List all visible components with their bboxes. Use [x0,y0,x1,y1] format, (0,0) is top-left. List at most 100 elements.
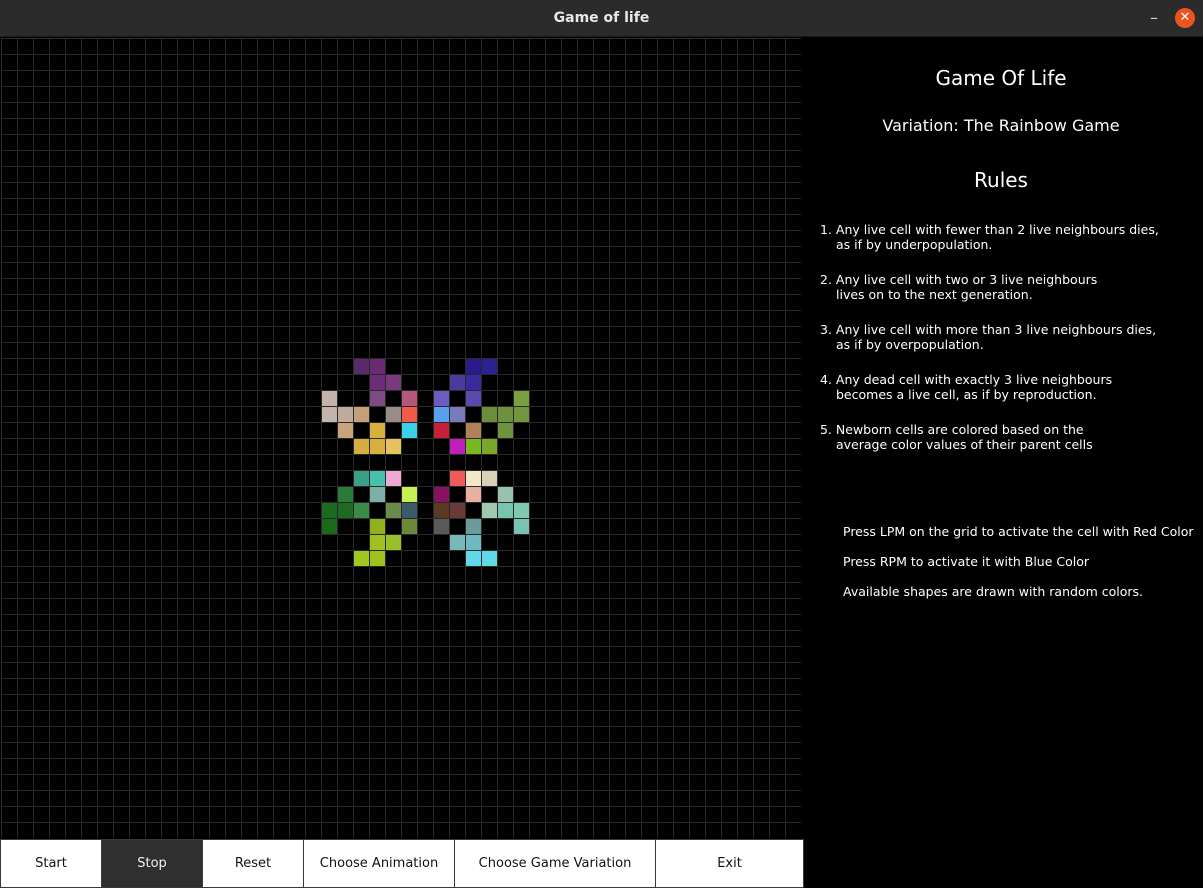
rule-5-line2: average color values of their parent cel… [836,437,1093,452]
panel-title: Game Of Life [935,66,1067,90]
live-cell[interactable] [498,503,513,518]
live-cell[interactable] [370,471,385,486]
live-cell[interactable] [402,423,417,438]
live-cell[interactable] [498,423,513,438]
stop-button[interactable]: Stop [101,839,203,888]
live-cell[interactable] [354,471,369,486]
live-cell[interactable] [370,439,385,454]
rule-4-line2: becomes a live cell, as if by reproducti… [836,387,1097,402]
live-cell[interactable] [402,391,417,406]
live-cell[interactable] [322,391,337,406]
live-cell[interactable] [466,551,481,566]
live-cell[interactable] [434,487,449,502]
live-cell[interactable] [466,359,481,374]
live-cell[interactable] [370,519,385,534]
live-cell[interactable] [402,487,417,502]
live-cell[interactable] [370,391,385,406]
live-cell[interactable] [354,503,369,518]
live-cell[interactable] [466,471,481,486]
live-cell[interactable] [402,503,417,518]
window-title: Game of life [553,10,650,26]
live-cell[interactable] [482,359,497,374]
hint-right-click: Press RPM to activate it with Blue Color [843,554,1090,569]
live-cell[interactable] [450,375,465,390]
live-cell[interactable] [434,407,449,422]
live-cell[interactable] [386,375,401,390]
rule-4-line1: 4. Any dead cell with exactly 3 live nei… [820,372,1113,387]
live-cell[interactable] [450,471,465,486]
live-cell[interactable] [482,503,497,518]
live-cell[interactable] [338,487,353,502]
live-cell[interactable] [514,407,529,422]
live-cell[interactable] [514,503,529,518]
live-cell[interactable] [402,519,417,534]
live-cell[interactable] [434,391,449,406]
live-cell[interactable] [466,519,481,534]
live-cell[interactable] [338,407,353,422]
rule-3-line1: 3. Any live cell with more than 3 live n… [820,322,1157,337]
live-cell[interactable] [514,391,529,406]
live-cell[interactable] [338,503,353,518]
live-cell[interactable] [450,503,465,518]
live-cell[interactable] [322,407,337,422]
live-cell[interactable] [386,503,401,518]
live-cell[interactable] [466,375,481,390]
live-cell[interactable] [482,407,497,422]
live-cell[interactable] [450,439,465,454]
rule-3-line2: as if by overpopulation. [836,337,984,352]
live-cell[interactable] [450,535,465,550]
live-cell[interactable] [514,519,529,534]
rule-1-line2: as if by underpopulation. [836,237,993,252]
live-cell[interactable] [322,519,337,534]
live-cell[interactable] [466,535,481,550]
live-cell[interactable] [322,503,337,518]
live-cell[interactable] [370,551,385,566]
live-cell[interactable] [370,375,385,390]
live-cell[interactable] [338,423,353,438]
reset-button[interactable]: Reset [202,839,304,888]
live-cell[interactable] [482,471,497,486]
hint-left-click: Press LPM on the grid to activate the ce… [843,524,1194,539]
rule-1-line1: 1. Any live cell with fewer than 2 live … [820,222,1159,237]
live-cell[interactable] [386,407,401,422]
rule-4: 4. Any dead cell with exactly 3 live nei… [820,372,1190,402]
game-grid[interactable] [1,38,801,838]
live-cell[interactable] [482,439,497,454]
live-cell[interactable] [354,439,369,454]
live-cell[interactable] [466,487,481,502]
rule-5: 5. Newborn cells are colored based on th… [820,422,1190,452]
live-cell[interactable] [370,535,385,550]
live-cell[interactable] [498,487,513,502]
live-cell[interactable] [402,407,417,422]
exit-button[interactable]: Exit [655,839,804,888]
live-cell[interactable] [466,423,481,438]
live-cell[interactable] [370,487,385,502]
live-cell[interactable] [354,551,369,566]
title-bar: Game of life – ✕ [0,0,1203,37]
rule-2-line1: 2. Any live cell with two or 3 live neig… [820,272,1098,287]
live-cell[interactable] [354,407,369,422]
live-cell[interactable] [386,471,401,486]
live-cell[interactable] [434,519,449,534]
live-cell[interactable] [498,407,513,422]
live-cell[interactable] [386,439,401,454]
live-cell[interactable] [434,503,449,518]
hint-shapes: Available shapes are drawn with random c… [843,584,1144,599]
close-icon[interactable]: ✕ [1175,8,1195,28]
live-cell[interactable] [466,391,481,406]
info-panel: Game Of Life Variation: The Rainbow Game… [803,38,1203,888]
live-cell[interactable] [354,359,369,374]
live-cell[interactable] [466,439,481,454]
minimize-icon[interactable]: – [1144,8,1164,28]
live-cell[interactable] [434,423,449,438]
live-cell[interactable] [482,551,497,566]
live-cell[interactable] [386,535,401,550]
live-cell[interactable] [450,407,465,422]
variation-label: Variation: The Rainbow Game [882,116,1120,135]
rule-5-line1: 5. Newborn cells are colored based on th… [820,422,1084,437]
choose-animation-button[interactable]: Choose Animation [303,839,455,888]
live-cell[interactable] [370,423,385,438]
choose-game-variation-button[interactable]: Choose Game Variation [454,839,656,888]
live-cell[interactable] [370,359,385,374]
start-button[interactable]: Start [0,839,102,888]
